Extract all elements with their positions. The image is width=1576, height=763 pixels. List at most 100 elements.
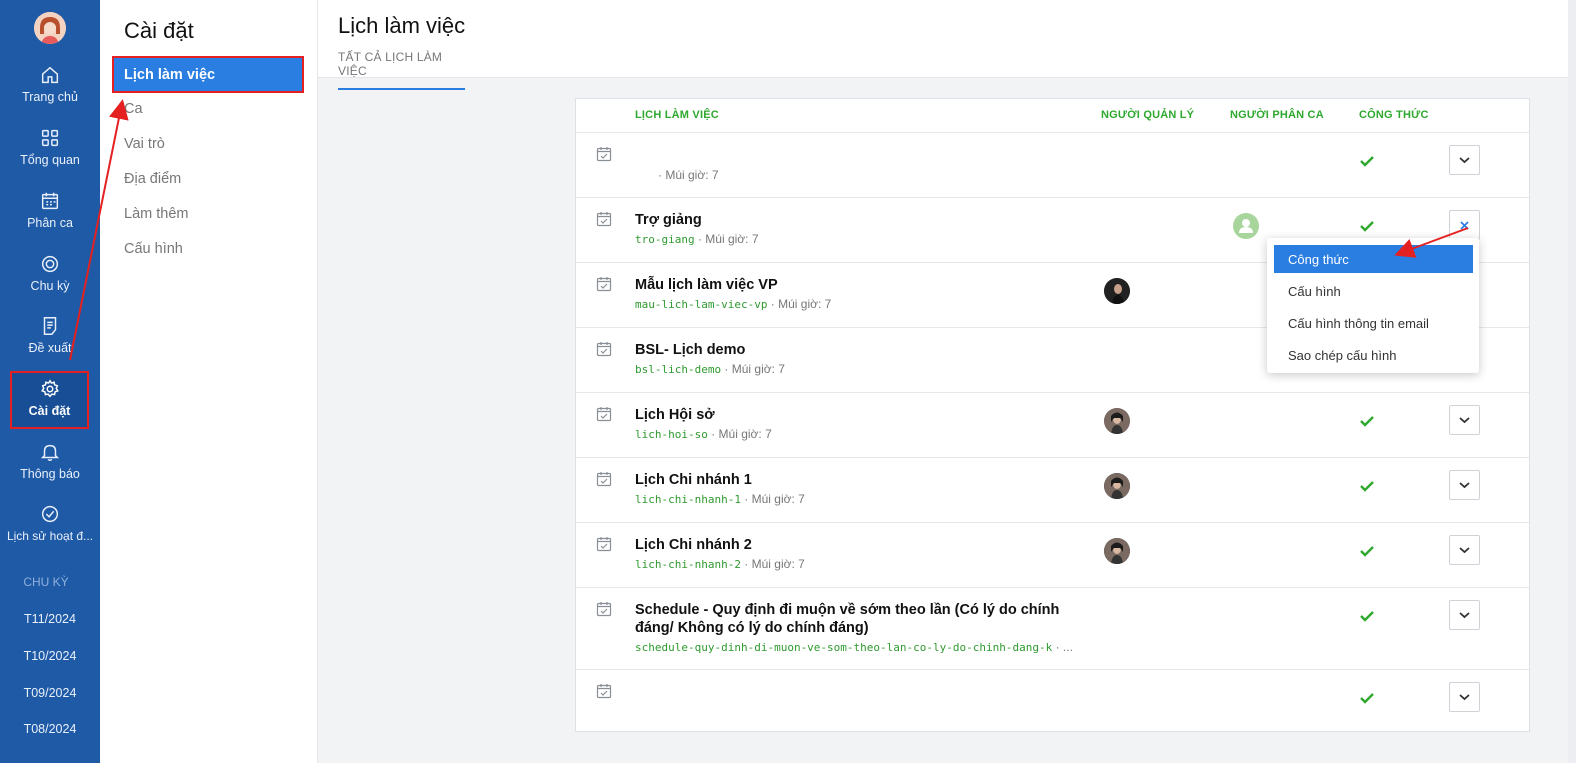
schedule-slug: schedule-quy-dinh-di-muon-ve-som-theo-la…: [635, 641, 1053, 654]
calendar-check-icon: [596, 684, 612, 699]
nav-period-item[interactable]: T10/2024: [0, 649, 100, 663]
row-dropdown-button[interactable]: [1449, 405, 1480, 435]
calendar-check-icon: [596, 342, 612, 357]
chevron-down-icon: [1459, 157, 1470, 164]
check-icon: [1360, 481, 1374, 492]
nav-item-label: Đề xuất: [28, 341, 72, 355]
calendar-check-icon: [596, 537, 612, 552]
home-icon: [41, 66, 59, 84]
main-header: Lịch làm việc TẤT CẢ LỊCH LÀM VIỆC: [318, 0, 1576, 90]
calendar-check-icon: [596, 212, 612, 227]
nav-item-label: Trang chủ: [22, 90, 78, 104]
schedule-name[interactable]: Mẫu lịch làm việc VP: [635, 276, 1065, 294]
calendar-check-icon: [596, 602, 612, 617]
schedule-name[interactable]: BSL- Lịch demo: [635, 341, 1065, 359]
schedule-slug: lich-hoi-so: [635, 428, 708, 441]
nav-section-label: CHU KỲ: [23, 575, 69, 589]
schedule-slug: lich-chi-nhanh-1: [635, 493, 741, 506]
row-dropdown-button[interactable]: [1449, 682, 1480, 712]
row-dropdown-button[interactable]: [1449, 600, 1480, 630]
table-row[interactable]: Schedule - Quy định đi muộn về sớm theo …: [576, 587, 1529, 669]
settings-item-schedule[interactable]: Lịch làm việc: [112, 56, 304, 93]
assigner-avatar: [1233, 213, 1259, 239]
menu-item-email-config[interactable]: Cấu hình thông tin email: [1274, 309, 1473, 337]
nav-item-cycle[interactable]: Chu kỳ: [0, 253, 100, 293]
user-avatar[interactable]: [34, 12, 66, 44]
calendar-check-icon: [596, 472, 612, 487]
schedule-slug: tro-giang: [635, 233, 695, 246]
table-row[interactable]: Lịch Chi nhánh 2 lich-chi-nhanh-2 · Múi …: [576, 522, 1529, 587]
nav-item-settings[interactable]: Cài đặt: [10, 371, 89, 429]
manager-avatar: [1104, 278, 1130, 304]
chevron-down-icon: [1459, 482, 1470, 489]
settings-item-config[interactable]: Cấu hình: [124, 241, 183, 257]
nav-period-item[interactable]: T11/2024: [0, 612, 100, 626]
table-row[interactable]: Lịch Hội sở lich-hoi-so · Múi giờ: 7: [576, 392, 1529, 457]
nav-item-label: Tổng quan: [20, 153, 80, 167]
tab-all-schedules[interactable]: TẤT CẢ LỊCH LÀM VIỆC: [338, 50, 465, 90]
schedule-name[interactable]: Lịch Hội sở: [635, 406, 1065, 424]
row-dropdown-button[interactable]: [1449, 470, 1480, 500]
bell-icon: [40, 444, 60, 461]
table-row[interactable]: · Múi giờ: 7: [576, 132, 1529, 197]
settings-item-location[interactable]: Địa điểm: [124, 171, 181, 187]
nav-item-overview[interactable]: Tổng quan: [0, 127, 100, 167]
menu-item-config[interactable]: Cấu hình: [1274, 277, 1473, 305]
row-dropdown-button[interactable]: [1449, 535, 1480, 565]
nav-item-proposal[interactable]: Đề xuất: [0, 315, 100, 355]
chevron-down-icon: [1459, 417, 1470, 424]
schedule-slug: lich-chi-nhanh-2: [635, 558, 741, 571]
column-header-formula: CÔNG THỨC: [1359, 109, 1429, 121]
close-icon: [1460, 221, 1469, 230]
user-icon: [1239, 219, 1253, 233]
nav-item-shift[interactable]: Phân ca: [0, 190, 100, 230]
chevron-down-icon: [1459, 547, 1470, 554]
nav-period-item[interactable]: T08/2024: [0, 722, 100, 736]
column-header-assigner: NGƯỜI PHÂN CA: [1230, 109, 1324, 121]
manager-avatar: [1104, 408, 1130, 434]
cycle-icon: [41, 255, 59, 273]
check-icon: [1360, 416, 1374, 427]
scrollbar[interactable]: [1568, 0, 1576, 763]
nav-item-label: Phân ca: [27, 216, 73, 230]
nav-item-history[interactable]: Lịch sử hoạt đ...: [0, 503, 100, 543]
schedule-name[interactable]: Lịch Chi nhánh 1: [635, 471, 1065, 489]
row-dropdown-button[interactable]: [1449, 210, 1480, 240]
timezone-text: · Múi giờ: 7: [740, 557, 805, 571]
manager-avatar: [1104, 473, 1130, 499]
row-dropdown-button[interactable]: [1449, 145, 1480, 175]
nav-item-home[interactable]: Trang chủ: [0, 64, 100, 104]
timezone-text: · Múi giờ: 7: [707, 427, 772, 441]
nav-item-label: Chu kỳ: [30, 279, 70, 293]
document-icon: [43, 317, 57, 335]
check-icon: [1360, 611, 1374, 622]
calendar-check-icon: [596, 407, 612, 422]
schedule-name[interactable]: Schedule - Quy định đi muộn về sớm theo …: [635, 601, 1065, 637]
table-row[interactable]: [576, 669, 1529, 731]
calendar-check-icon: [596, 147, 612, 162]
schedule-name[interactable]: Trợ giảng: [635, 211, 1065, 229]
timezone-text: · Múi giờ: 7: [658, 168, 719, 182]
check-circle-icon: [41, 505, 59, 523]
table-row[interactable]: Lịch Chi nhánh 1 lich-chi-nhanh-1 · Múi …: [576, 457, 1529, 522]
calendar-check-icon: [596, 277, 612, 292]
page-title: Lịch làm việc: [338, 13, 466, 38]
schedule-table: LỊCH LÀM VIỆC NGƯỜI QUẢN LÝ NGƯỜI PHÂN C…: [575, 98, 1530, 732]
settings-panel: Cài đặt Lịch làm việc Ca Vai trò Địa điể…: [100, 0, 318, 763]
settings-item-shift[interactable]: Ca: [124, 101, 143, 117]
nav-item-notifications[interactable]: Thông báo: [0, 441, 100, 481]
calendar-icon: [41, 192, 59, 210]
settings-item-role[interactable]: Vai trò: [124, 136, 165, 152]
settings-item-overtime[interactable]: Làm thêm: [124, 206, 188, 222]
chevron-down-icon: [1459, 612, 1470, 619]
left-navigation: Trang chủ Tổng quan Phân ca Chu kỳ Đề xu…: [0, 0, 100, 763]
column-header-manager: NGƯỜI QUẢN LÝ: [1101, 109, 1195, 121]
schedule-slug: mau-lich-lam-viec-vp: [635, 298, 768, 311]
schedule-name[interactable]: Lịch Chi nhánh 2: [635, 536, 1065, 554]
menu-item-formula[interactable]: Công thức: [1274, 245, 1473, 273]
menu-item-copy-config[interactable]: Sao chép cấu hình: [1274, 341, 1473, 369]
nav-item-label: Cài đặt: [28, 404, 71, 418]
chevron-down-icon: [1459, 694, 1470, 701]
nav-period-item[interactable]: T09/2024: [0, 686, 100, 700]
timezone-text: · Múi giờ: 7: [740, 492, 805, 506]
